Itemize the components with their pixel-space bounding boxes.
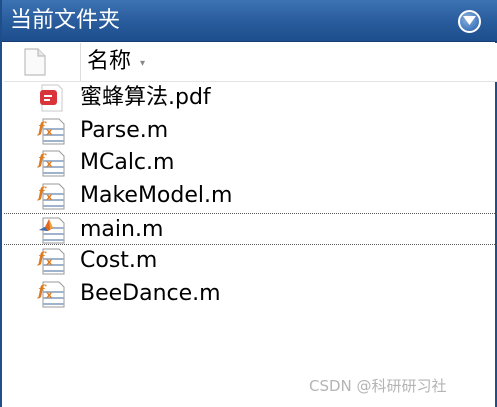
file-name: Parse.m bbox=[80, 117, 169, 143]
function-file-icon: f x bbox=[37, 183, 65, 210]
list-item-pdf[interactable]: 蜜蜂算法.pdf bbox=[4, 82, 497, 115]
blank-file-icon bbox=[24, 48, 46, 76]
panel-title: 当前文件夹 bbox=[10, 8, 121, 33]
file-name: 蜜蜂算法.pdf bbox=[80, 85, 211, 110]
list-item-main[interactable]: main.m bbox=[4, 212, 497, 246]
list-item-cost[interactable]: f x Cost.m bbox=[4, 245, 497, 278]
svg-text:x: x bbox=[46, 159, 53, 170]
chevron-down-icon bbox=[463, 16, 476, 25]
panel-menu-button[interactable] bbox=[458, 10, 481, 33]
current-folder-panel: 当前文件夹 名称 ▾ 蜜蜂算法.pdf f x Parse.m f x MCal… bbox=[0, 0, 497, 407]
type-column-header[interactable] bbox=[4, 43, 81, 81]
function-file-icon: f x bbox=[37, 281, 65, 308]
watermark: CSDN @科研研习社 bbox=[309, 377, 447, 395]
svg-text:x: x bbox=[46, 290, 53, 301]
list-item-parse[interactable]: f x Parse.m bbox=[4, 115, 497, 148]
pdf-file-icon bbox=[40, 84, 63, 112]
column-header-row: 名称 ▾ bbox=[4, 43, 497, 82]
list-item-mcalc[interactable]: f x MCalc.m bbox=[4, 147, 497, 180]
function-file-icon: f x bbox=[37, 118, 65, 145]
file-name: BeeDance.m bbox=[80, 281, 221, 307]
file-name: MCalc.m bbox=[80, 150, 175, 176]
svg-text:x: x bbox=[46, 192, 53, 203]
function-file-icon: f x bbox=[37, 248, 65, 275]
file-name: Cost.m bbox=[80, 248, 158, 274]
svg-text:x: x bbox=[46, 127, 53, 138]
file-name: MakeModel.m bbox=[80, 183, 233, 209]
list-item-beedance[interactable]: f x BeeDance.m bbox=[4, 278, 497, 311]
function-file-icon: f x bbox=[37, 150, 65, 177]
sort-indicator-icon[interactable]: ▾ bbox=[140, 59, 145, 69]
list-item-makemodel[interactable]: f x MakeModel.m bbox=[4, 180, 497, 213]
script-file-icon bbox=[39, 217, 65, 244]
panel-titlebar[interactable]: 当前文件夹 bbox=[2, 0, 497, 42]
file-list: 蜜蜂算法.pdf f x Parse.m f x MCalc.m f x Mak… bbox=[4, 82, 497, 311]
name-column-header[interactable]: 名称 bbox=[87, 47, 131, 77]
svg-text:x: x bbox=[46, 257, 53, 268]
file-name: main.m bbox=[80, 216, 164, 242]
